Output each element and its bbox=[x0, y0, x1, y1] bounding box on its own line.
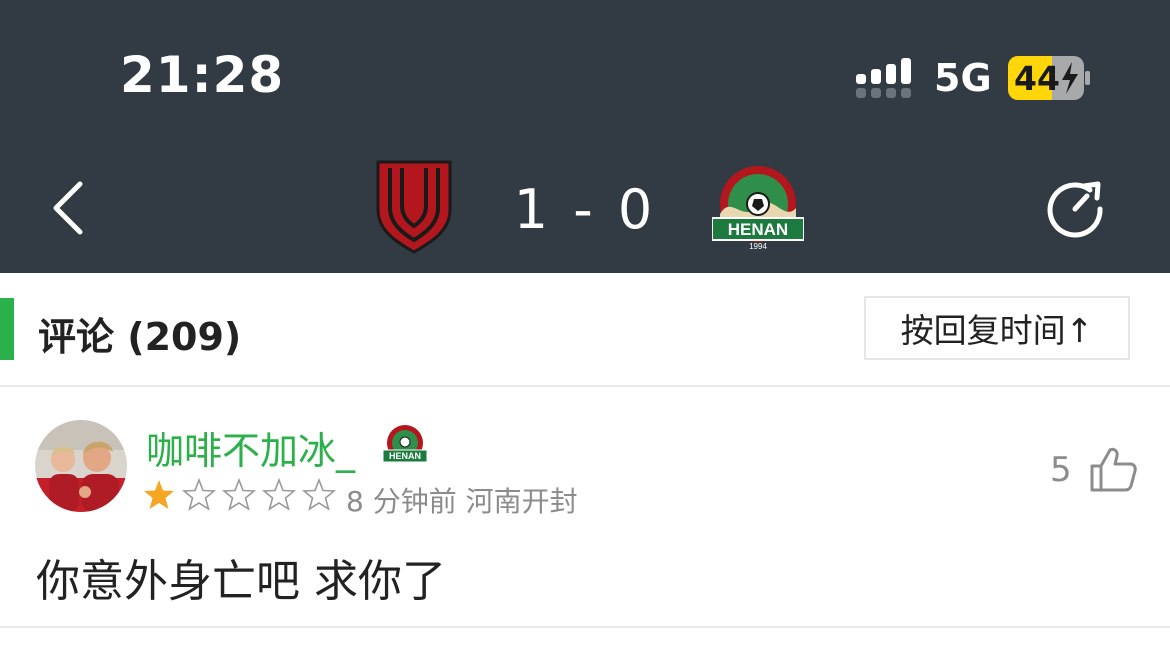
signal-icon bbox=[856, 58, 911, 98]
star-icon bbox=[222, 478, 256, 511]
divider bbox=[0, 626, 1170, 628]
like-thumb-icon[interactable] bbox=[1088, 444, 1138, 494]
away-team-crest[interactable]: HENAN 1994 bbox=[712, 164, 804, 252]
refresh-icon[interactable] bbox=[1042, 176, 1108, 242]
comment-text: 你意外身亡吧 求你了 bbox=[36, 556, 446, 607]
user-team-badge: HENAN bbox=[382, 425, 428, 463]
away-badge-year: 1994 bbox=[749, 242, 767, 251]
comment-location: 河南开封 bbox=[465, 485, 578, 518]
match-header: 21:28 5G 44 1 - 0 HENAN 1994 bbox=[0, 0, 1170, 273]
rating-stars bbox=[142, 478, 336, 512]
star-icon bbox=[182, 478, 216, 511]
avatar[interactable] bbox=[35, 420, 127, 512]
star-icon bbox=[262, 478, 296, 511]
comments-title: 评论 (209) bbox=[38, 315, 242, 359]
comment-time: 8 分钟前 bbox=[346, 485, 457, 518]
battery-level: 44 bbox=[1014, 59, 1060, 98]
network-type: 5G bbox=[934, 56, 992, 100]
section-accent-bar bbox=[0, 298, 14, 360]
sort-by-reply-time-button[interactable]: 按回复时间↑ bbox=[864, 296, 1130, 360]
away-badge-text: HENAN bbox=[728, 220, 788, 239]
match-score: 1 - 0 bbox=[513, 178, 657, 241]
home-team-crest[interactable] bbox=[376, 160, 452, 254]
star-icon bbox=[144, 480, 174, 509]
comment-meta: 8 分钟前 河南开封 bbox=[346, 480, 578, 520]
user-badge-text: HENAN bbox=[389, 451, 421, 461]
like-count: 5 bbox=[1050, 450, 1072, 490]
comment-username[interactable]: 咖啡不加冰_ bbox=[146, 420, 355, 475]
status-time: 21:28 bbox=[120, 46, 285, 104]
back-chevron-icon[interactable] bbox=[46, 178, 90, 238]
star-icon bbox=[302, 478, 336, 511]
